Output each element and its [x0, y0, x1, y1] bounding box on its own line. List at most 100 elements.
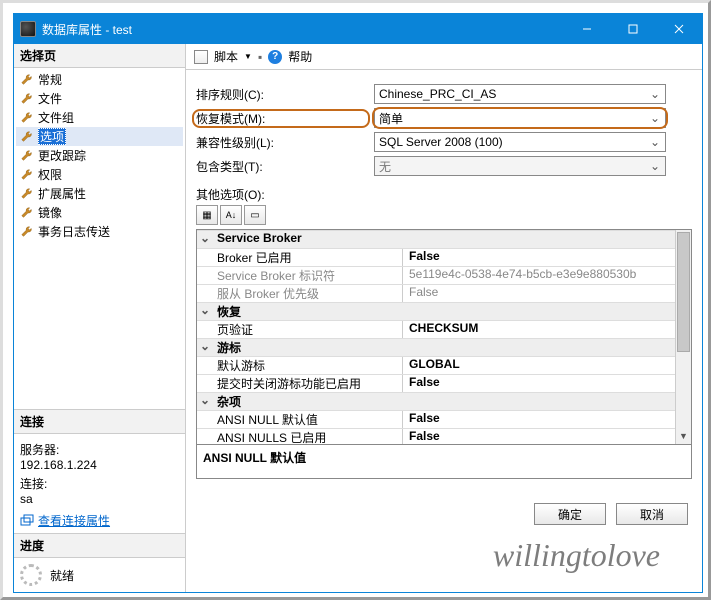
minimize-button[interactable] — [564, 14, 610, 44]
nav-item[interactable]: 文件 — [16, 89, 183, 108]
other-options-label: 其他选项(O): — [196, 186, 692, 203]
close-button[interactable] — [656, 14, 702, 44]
wrench-icon — [20, 111, 34, 125]
nav-item-label: 扩展属性 — [38, 185, 86, 202]
collapse-icon[interactable]: ⌄ — [197, 339, 213, 356]
compat-label: 兼容性级别(L): — [196, 134, 374, 151]
nav-item-label: 事务日志传送 — [38, 223, 110, 240]
property-value: False — [403, 285, 691, 302]
pg-pages-button[interactable]: ▭ — [244, 205, 266, 225]
nav-item-label: 文件 — [38, 90, 62, 107]
collation-value: Chinese_PRC_CI_AS — [379, 87, 496, 101]
property-name: 默认游标 — [213, 357, 403, 374]
wrench-icon — [20, 225, 34, 239]
property-name: ANSI NULLS 已启用 — [213, 429, 403, 444]
conn-value: sa — [20, 492, 179, 506]
grid-row[interactable]: 页验证CHECKSUM — [197, 320, 691, 338]
select-page-header: 选择页 — [14, 44, 185, 68]
grid-row[interactable]: 提交时关闭游标功能已启用False — [197, 374, 691, 392]
pg-categorized-button[interactable]: ▦ — [196, 205, 218, 225]
conn-label: 连接: — [20, 475, 179, 492]
help-icon: ? — [268, 50, 282, 64]
app-icon — [20, 21, 36, 37]
progress-spinner-icon — [20, 564, 42, 586]
chevron-down-icon: ⌄ — [647, 110, 663, 126]
server-value: 192.168.1.224 — [20, 458, 179, 472]
property-value: False — [403, 249, 691, 266]
nav-item[interactable]: 更改跟踪 — [16, 146, 183, 165]
grid-category[interactable]: ⌄杂项 — [197, 392, 691, 410]
grid-row[interactable]: Service Broker 标识符5e119e4c-0538-4e74-b5c… — [197, 266, 691, 284]
wrench-icon — [20, 168, 34, 182]
grid-category[interactable]: ⌄Service Broker — [197, 230, 691, 248]
progress-status: 就绪 — [50, 567, 74, 584]
toolbar: 脚本 ▼ ▪ ? 帮助 — [186, 44, 702, 70]
nav-item-label: 文件组 — [38, 109, 74, 126]
collapse-icon[interactable]: ⌄ — [197, 303, 213, 320]
containment-combo[interactable]: 无⌄ — [374, 156, 666, 176]
property-name: 页验证 — [213, 321, 403, 338]
category-name: Service Broker — [213, 231, 403, 248]
property-description: ANSI NULL 默认值 — [197, 444, 691, 478]
script-button[interactable]: 脚本 — [214, 48, 238, 65]
script-icon — [194, 50, 208, 64]
link-icon — [20, 514, 34, 528]
collapse-icon[interactable]: ⌄ — [197, 231, 213, 248]
recovery-value: 简单 — [379, 110, 403, 127]
nav-item[interactable]: 镜像 — [16, 203, 183, 222]
pg-alphabetical-button[interactable]: A↓ — [220, 205, 242, 225]
view-connection-properties-link[interactable]: 查看连接属性 — [20, 512, 179, 529]
grid-row[interactable]: 默认游标GLOBAL — [197, 356, 691, 374]
property-value: False — [403, 375, 691, 392]
property-name: Broker 已启用 — [213, 249, 403, 266]
grid-row[interactable]: 服从 Broker 优先级False — [197, 284, 691, 302]
category-name: 游标 — [213, 339, 403, 356]
collation-label: 排序规则(C): — [196, 86, 374, 103]
wrench-icon — [20, 187, 34, 201]
nav-list: 常规文件文件组选项更改跟踪权限扩展属性镜像事务日志传送 — [14, 68, 185, 243]
chevron-down-icon: ⌄ — [647, 134, 663, 150]
property-grid: ⌄Service BrokerBroker 已启用FalseService Br… — [196, 229, 692, 479]
grid-row[interactable]: ANSI NULLS 已启用False — [197, 428, 691, 444]
nav-item[interactable]: 文件组 — [16, 108, 183, 127]
collation-combo[interactable]: Chinese_PRC_CI_AS⌄ — [374, 84, 666, 104]
nav-item[interactable]: 选项 — [16, 127, 183, 146]
wrench-icon — [20, 130, 34, 144]
nav-item-label: 镜像 — [38, 204, 62, 221]
grid-category[interactable]: ⌄恢复 — [197, 302, 691, 320]
compat-value: SQL Server 2008 (100) — [379, 135, 503, 149]
nav-item[interactable]: 常规 — [16, 70, 183, 89]
property-value: GLOBAL — [403, 357, 691, 374]
grid-row[interactable]: Broker 已启用False — [197, 248, 691, 266]
grid-scrollbar[interactable]: ▲ ▼ — [675, 230, 691, 444]
compat-combo[interactable]: SQL Server 2008 (100) ⌄ — [374, 132, 666, 152]
titlebar: 数据库属性 - test — [14, 14, 702, 44]
maximize-button[interactable] — [610, 14, 656, 44]
property-name: 提交时关闭游标功能已启用 — [213, 375, 403, 392]
property-name: 服从 Broker 优先级 — [213, 285, 403, 302]
nav-item-label: 权限 — [38, 166, 62, 183]
nav-item[interactable]: 权限 — [16, 165, 183, 184]
left-panel: 选择页 常规文件文件组选项更改跟踪权限扩展属性镜像事务日志传送 连接 服务器:1… — [14, 44, 186, 592]
property-value: False — [403, 411, 691, 428]
property-name: Service Broker 标识符 — [213, 267, 403, 284]
wrench-icon — [20, 206, 34, 220]
progress-header: 进度 — [14, 533, 185, 558]
recovery-combo[interactable]: 简单 ⌄ — [374, 108, 666, 128]
scroll-thumb[interactable] — [677, 232, 690, 352]
cancel-button[interactable]: 取消 — [616, 503, 688, 525]
category-name: 杂项 — [213, 393, 403, 410]
nav-item-label: 选项 — [38, 128, 66, 145]
nav-item[interactable]: 扩展属性 — [16, 184, 183, 203]
nav-item[interactable]: 事务日志传送 — [16, 222, 183, 241]
grid-row[interactable]: ANSI NULL 默认值False — [197, 410, 691, 428]
grid-category[interactable]: ⌄游标 — [197, 338, 691, 356]
ok-button[interactable]: 确定 — [534, 503, 606, 525]
scroll-down-icon[interactable]: ▼ — [676, 428, 691, 444]
containment-value: 无 — [379, 158, 391, 175]
script-dropdown-icon[interactable]: ▼ — [244, 52, 252, 61]
recovery-label: 恢复模式(M): — [196, 112, 265, 126]
help-button[interactable]: 帮助 — [288, 48, 312, 65]
collapse-icon[interactable]: ⌄ — [197, 393, 213, 410]
property-value: False — [403, 429, 691, 444]
